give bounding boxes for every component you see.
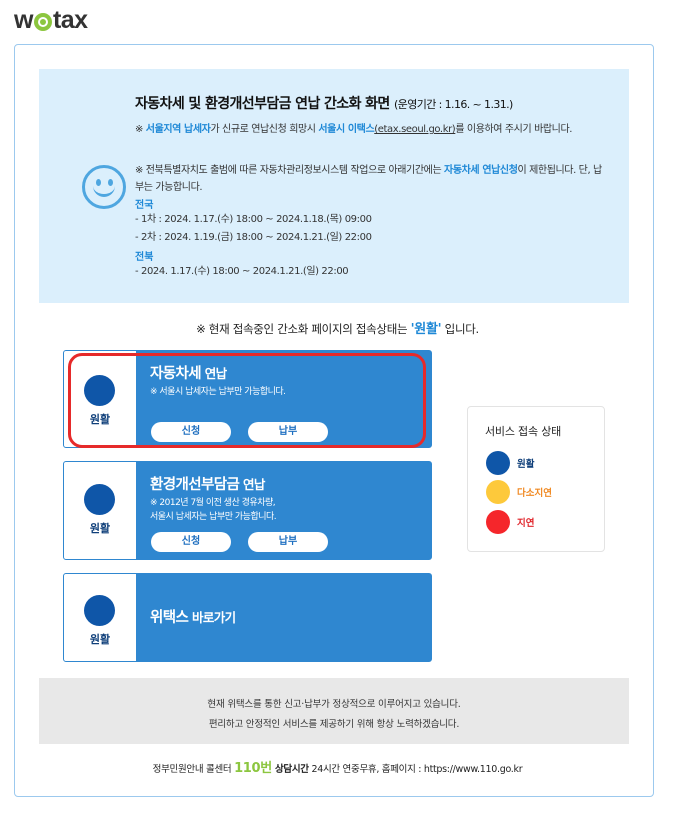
card-title: 위택스 바로가기: [150, 610, 236, 626]
card-status-label: 원활: [89, 633, 111, 646]
legend-label: 다소지연: [517, 488, 552, 499]
connection-status-value: '원활': [410, 322, 442, 337]
footer-url-link[interactable]: https://www.110.go.kr: [424, 764, 523, 775]
card-title: 환경개선부담금 연납: [150, 477, 265, 493]
status-dot-icon: [84, 595, 115, 626]
status-dot-icon: [486, 510, 510, 534]
notice-line-3: - 2024. 1.17.(수) 18:00 ~ 2024.1.21.(일) 2…: [135, 266, 349, 277]
legend-label: 원활: [517, 459, 535, 470]
legend-title: 서비스 접속 상태: [485, 425, 562, 438]
legend-item: 지연: [486, 510, 534, 534]
pay-button[interactable]: 납부: [248, 532, 328, 552]
card-environment-charge: 원활 환경개선부담금 연납 ※ 2012년 7월 이전 생산 경유차량, 서울시…: [63, 461, 432, 560]
logo-text-w: w: [14, 6, 33, 34]
notice-paragraph-2: ※ 전북특별자치도 출범에 따른 자동차관리정보시스템 작업으로 아래기간에는 …: [135, 165, 602, 193]
notice-box: 자동차세 및 환경개선부담금 연납 간소화 화면 (운영기간 : 1.16. ~…: [39, 69, 629, 303]
card-status-panel: 원활: [64, 462, 136, 559]
legend-item: 다소지연: [486, 480, 552, 504]
bottom-notice: 현재 위택스를 통한 신고·납부가 정상적으로 이루어지고 있습니다. 편리하고…: [39, 678, 629, 744]
notice-section-nationwide: 전국: [135, 200, 154, 211]
notice-line-2: - 2차 : 2024. 1.19.(금) 18:00 ~ 2024.1.21.…: [135, 232, 372, 243]
notice-section-jeonbuk: 전북: [135, 252, 154, 263]
card-wetax-shortcut[interactable]: 원활 위택스 바로가기: [63, 573, 432, 662]
notice-period: (운영기간 : 1.16. ~ 1.31.): [393, 98, 513, 111]
legend-label: 지연: [517, 518, 535, 529]
service-status-legend: 서비스 접속 상태 원활 다소지연 지연: [467, 406, 605, 552]
etax-link[interactable]: (etax.seoul.go.kr): [374, 124, 455, 135]
status-dot-icon: [486, 480, 510, 504]
callcenter-number: 110번: [234, 761, 272, 776]
card-status-panel: 원활: [64, 574, 136, 661]
status-dot-icon: [486, 451, 510, 475]
notice-title: 자동차세 및 환경개선부담금 연납 간소화 화면 (운영기간 : 1.16. ~…: [135, 96, 513, 112]
logo-text-tax: tax: [52, 6, 88, 34]
notice-paragraph-1: ※ 서울지역 납세자가 신규로 연납신청 희망시 서울시 이택스(etax.se…: [135, 124, 573, 135]
connection-status-line: ※ 현재 접속중인 간소화 페이지의 접속상태는 '원활' 입니다.: [196, 322, 479, 337]
card-description-1: ※ 2012년 7월 이전 생산 경유차량,: [150, 498, 276, 508]
card-status-label: 원활: [89, 522, 111, 535]
apply-button[interactable]: 신청: [151, 532, 231, 552]
smile-icon: [82, 165, 126, 209]
bottom-line-2: 편리하고 안정적인 서비스를 제공하기 위해 항상 노력하겠습니다.: [208, 719, 460, 730]
notice-line-1: - 1차 : 2024. 1.17.(수) 18:00 ~ 2024.1.18.…: [135, 214, 372, 225]
highlight-outline: [68, 353, 426, 448]
logo-e-icon: [33, 12, 52, 31]
footer: 정부민원안내 콜센터 110번 상담시간 24시간 연중무휴, 홈페이지 : h…: [152, 761, 523, 776]
card-description-2: 서울시 납세자는 납부만 가능합니다.: [150, 512, 277, 522]
bottom-line-1: 현재 위택스를 통한 신고·납부가 정상적으로 이루어지고 있습니다.: [207, 699, 461, 710]
wetax-logo[interactable]: w tax: [14, 6, 88, 35]
legend-item: 원활: [486, 451, 534, 475]
status-dot-icon: [84, 484, 115, 515]
